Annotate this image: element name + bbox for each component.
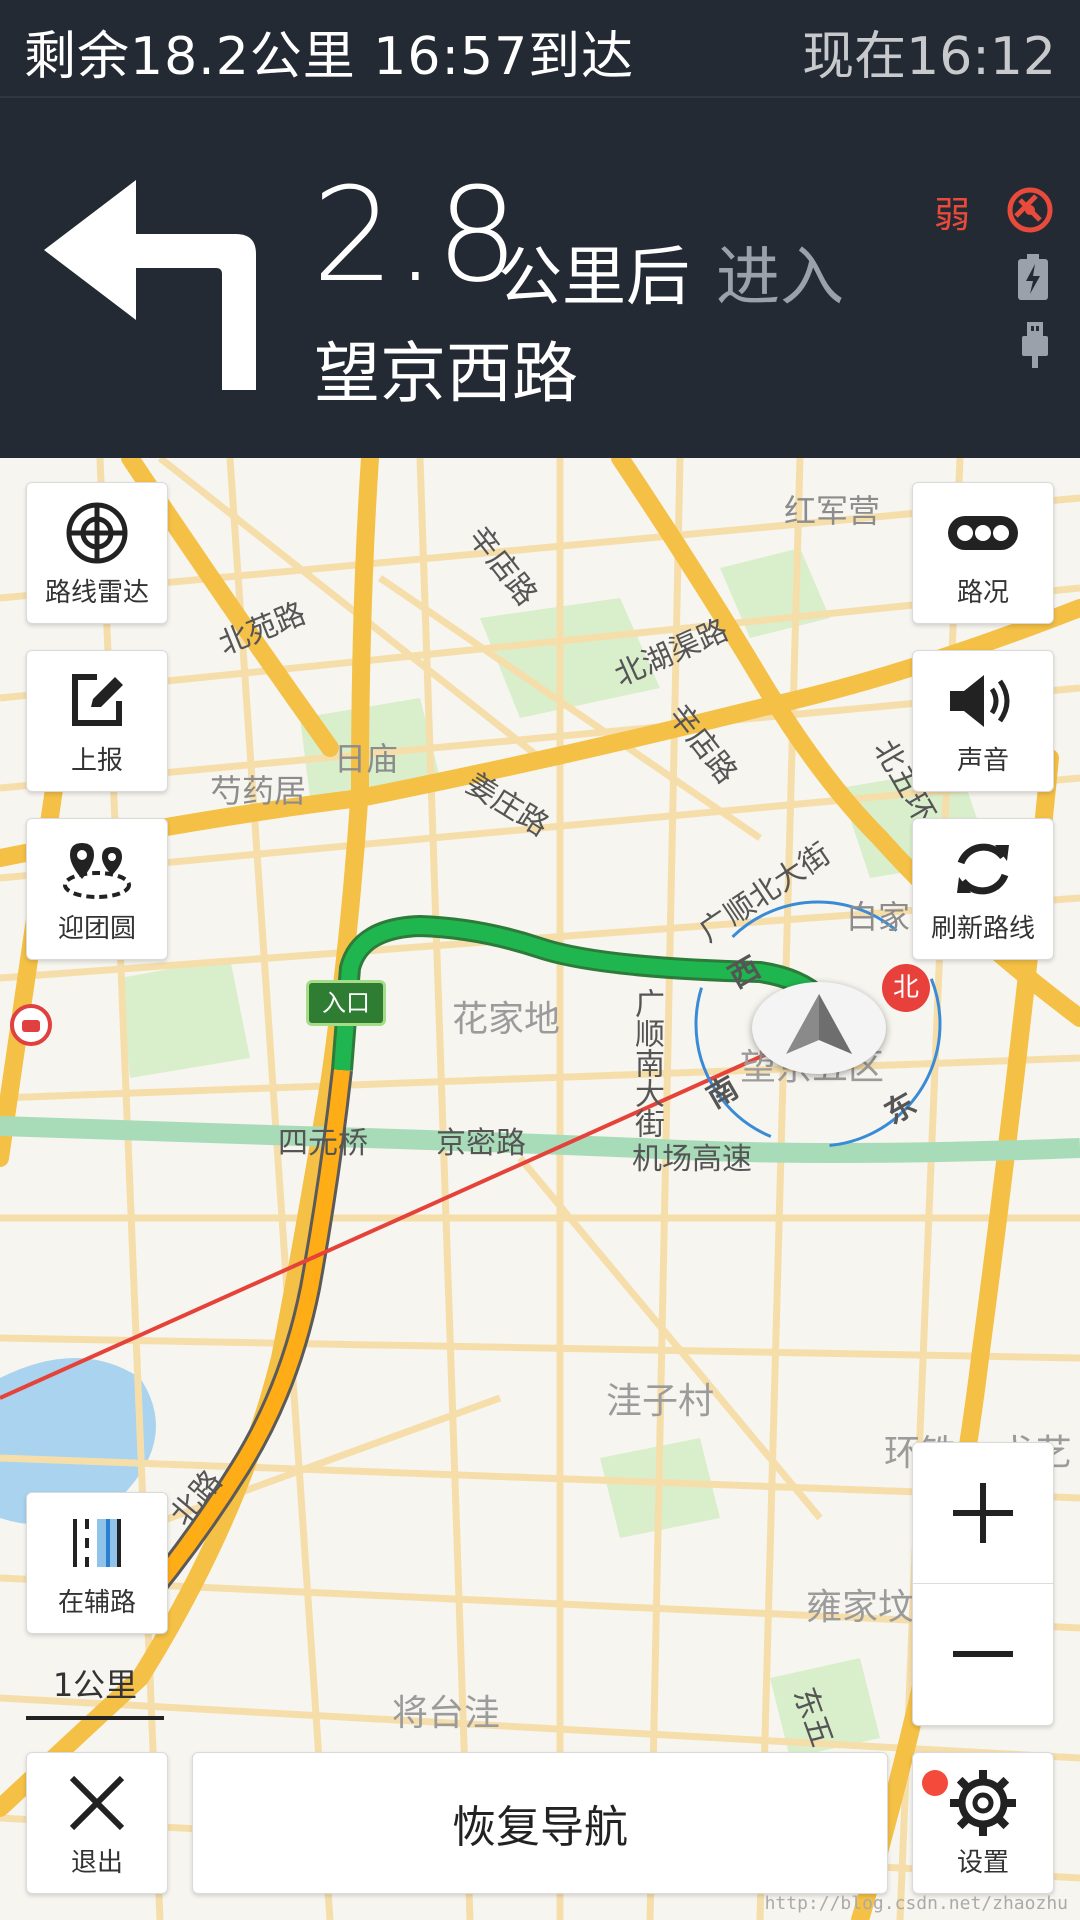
gps-signal: 弱 [934, 186, 1054, 236]
radar-icon [66, 502, 128, 564]
turn-guidance-panel: 2.8 公里后 进入 望京西路 弱 [0, 98, 1080, 458]
map-label-rimiao: 日庙 [334, 740, 399, 778]
resume-navigation-button[interactable]: 恢复导航 [192, 1752, 888, 1894]
report-button[interactable]: 上报 [26, 650, 168, 792]
turn-left-arrow-icon [44, 180, 256, 390]
gear-icon [950, 1770, 1016, 1836]
map-label-hongjunying: 红军营 [784, 492, 881, 530]
map-scale: 1公里 [26, 1660, 164, 1720]
reunion-button[interactable]: 迎团圆 [26, 818, 168, 960]
map-label-jichanggaosu: 机场高速 [632, 1142, 752, 1177]
reunion-label: 迎团圆 [57, 914, 136, 944]
map-label-huajiadi: 花家地 [452, 999, 561, 1040]
status-bar: 剩余18.2公里 16:57到达 现在16:12 [0, 0, 1080, 98]
map-label-jiangtaiwa: 将台洼 [392, 1693, 501, 1734]
sound-label: 声音 [956, 746, 1009, 776]
refresh-icon [957, 843, 1009, 895]
map-label-jingmilu: 京密路 [436, 1126, 526, 1161]
turn-action: 进入 [716, 241, 844, 315]
battery-charging-icon [1018, 254, 1048, 300]
entrance-badge-label: 入口 [322, 989, 370, 1017]
traffic-label: 路况 [956, 578, 1009, 608]
map-scale-label: 1公里 [52, 1666, 138, 1704]
map-label-baijia: 白家 [846, 898, 911, 936]
entrance-badge: 入口 [306, 980, 386, 1026]
watermark: http://blog.csdn.net/zhaozhu [764, 1893, 1068, 1914]
compass-north: 北 [882, 964, 930, 1012]
refresh-route-button[interactable]: 刷新路线 [912, 818, 1054, 960]
traffic-icon [948, 516, 1018, 550]
turn-distance: 2.8 [312, 159, 519, 311]
route-radar-label: 路线雷达 [44, 578, 149, 608]
usb-plug-icon [1022, 322, 1048, 368]
gps-signal-label: 弱 [934, 195, 971, 236]
current-time: 现在16:12 [802, 27, 1056, 87]
exit-label: 退出 [70, 1848, 123, 1878]
map-label-waziucun: 洼子村 [606, 1381, 715, 1422]
refresh-route-label: 刷新路线 [930, 914, 1035, 944]
gps-signal-icon [1007, 187, 1053, 233]
report-edit-icon [72, 674, 123, 726]
map-label-yongjiafen: 雍家坟 [806, 1587, 915, 1628]
speaker-icon [950, 675, 1010, 727]
traffic-button[interactable]: 路况 [912, 482, 1054, 624]
sound-button[interactable]: 声音 [912, 650, 1054, 792]
aux-road-button[interactable]: 在辅路 [26, 1492, 168, 1634]
map-label-guangshunnandajie: 广顺南大街 [629, 988, 664, 1138]
route-radar-button[interactable]: 路线雷达 [26, 482, 168, 624]
zoom-out-button[interactable] [913, 1584, 1053, 1724]
aux-road-icon [73, 1519, 121, 1567]
aux-road-label: 在辅路 [57, 1588, 136, 1618]
resume-navigation-label: 恢复导航 [452, 1802, 628, 1853]
plus-icon [953, 1483, 1013, 1543]
map-label-siyuanqiao: 四元桥 [278, 1126, 368, 1161]
zoom-controls [912, 1442, 1054, 1726]
next-road-name: 望京西路 [314, 335, 578, 412]
close-icon [69, 1775, 125, 1831]
reunion-location-icon [63, 843, 131, 899]
settings-notification-dot [922, 1770, 948, 1796]
exit-button[interactable]: 退出 [26, 1752, 168, 1894]
traffic-camera-icon [10, 1004, 52, 1046]
map-label-shaoyaoju: 芍药居 [210, 772, 307, 810]
car-position-marker [752, 982, 886, 1074]
zoom-in-button[interactable] [913, 1443, 1053, 1583]
distance-unit: 公里后 [498, 241, 690, 315]
report-label: 上报 [70, 746, 123, 776]
navigation-arrow-icon [786, 994, 852, 1054]
map-scale-bar [26, 1716, 164, 1720]
minus-icon [953, 1651, 1013, 1657]
remaining-distance-eta: 剩余18.2公里 16:57到达 [24, 27, 635, 87]
settings-label: 设置 [956, 1848, 1009, 1878]
